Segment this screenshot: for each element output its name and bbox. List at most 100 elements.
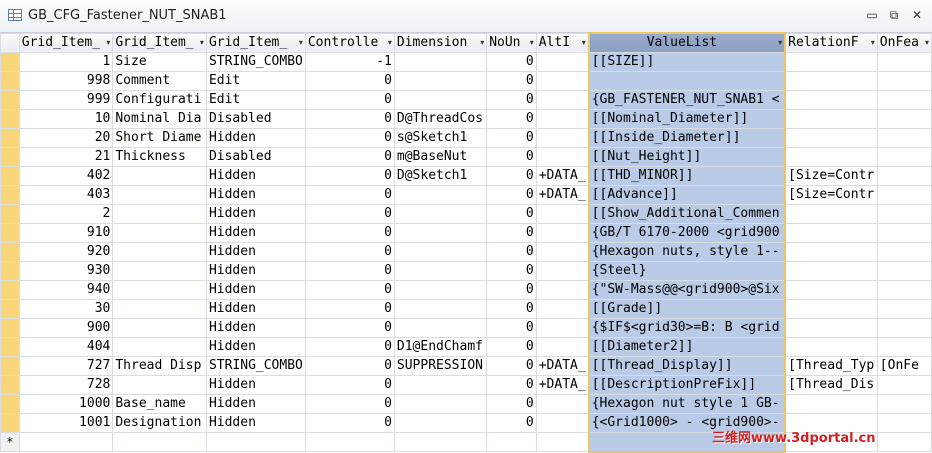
table-cell-controller[interactable]: 0: [304, 356, 395, 376]
new-record-cell[interactable]: [304, 432, 395, 452]
table-cell-noun[interactable]: 0: [486, 299, 537, 319]
table-cell-noun[interactable]: 0: [486, 337, 537, 357]
table-cell-grid-item-1[interactable]: 2: [18, 204, 114, 224]
table-cell-relationf[interactable]: [784, 337, 878, 357]
table-cell-grid-item-1[interactable]: 999: [18, 90, 114, 110]
table-cell-onfea[interactable]: [876, 413, 932, 433]
table-cell-grid-item-3[interactable]: Hidden: [205, 242, 306, 262]
table-cell-valuelist[interactable]: [[THD_MINOR]]: [587, 166, 787, 186]
table-cell-noun[interactable]: 0: [486, 375, 537, 395]
table-cell-grid-item-3[interactable]: Hidden: [205, 318, 306, 338]
minimize-button[interactable]: ▭: [864, 8, 880, 22]
dropdown-arrow-icon[interactable]: ▾: [530, 34, 534, 52]
table-cell-dimension[interactable]: [393, 90, 488, 110]
table-cell-alti[interactable]: [535, 299, 590, 319]
row-selector[interactable]: [0, 318, 20, 338]
table-cell-dimension[interactable]: [393, 375, 488, 395]
row-selector[interactable]: [0, 204, 20, 224]
table-cell-controller[interactable]: 0: [304, 71, 395, 91]
table-cell-dimension[interactable]: [393, 223, 488, 243]
column-header-valuelist[interactable]: ValueList ▾: [587, 32, 787, 53]
table-cell-grid-item-2[interactable]: [112, 280, 207, 300]
table-cell-controller[interactable]: 0: [304, 413, 395, 433]
row-selector[interactable]: [0, 185, 20, 205]
table-cell-controller[interactable]: 0: [304, 394, 395, 414]
table-cell-controller[interactable]: 0: [304, 223, 395, 243]
table-cell-grid-item-2[interactable]: Base_name: [112, 394, 207, 414]
row-selector[interactable]: [0, 242, 20, 262]
table-cell-grid-item-2[interactable]: [112, 166, 207, 186]
table-cell-alti[interactable]: [535, 52, 590, 72]
table-cell-grid-item-2[interactable]: [112, 223, 207, 243]
row-selector[interactable]: [0, 90, 20, 110]
dropdown-arrow-icon[interactable]: ▾: [299, 34, 303, 52]
dropdown-arrow-icon[interactable]: ▾: [871, 34, 875, 52]
table-cell-grid-item-2[interactable]: Configurati: [112, 90, 207, 110]
row-selector[interactable]: [0, 109, 20, 129]
table-cell-noun[interactable]: 0: [486, 166, 537, 186]
table-cell-valuelist[interactable]: [[Show_Additional_Commen: [587, 204, 787, 224]
table-cell-grid-item-2[interactable]: Thread Disp: [112, 356, 207, 376]
table-cell-valuelist[interactable]: [[Advance]]: [587, 185, 787, 205]
table-cell-grid-item-3[interactable]: Edit: [205, 90, 306, 110]
table-cell-noun[interactable]: 0: [486, 242, 537, 262]
table-cell-relationf[interactable]: [784, 318, 878, 338]
column-header-alti[interactable]: AltI ▾: [535, 32, 590, 53]
row-selector[interactable]: [0, 261, 20, 281]
table-cell-alti[interactable]: +DATA_: [535, 356, 590, 376]
table-cell-onfea[interactable]: [876, 375, 932, 395]
table-cell-dimension[interactable]: [393, 71, 488, 91]
table-cell-alti[interactable]: [535, 413, 590, 433]
table-cell-grid-item-1[interactable]: 10: [18, 109, 114, 129]
column-header-grid-item-2[interactable]: Grid_Item_ ▾: [112, 32, 207, 53]
table-cell-grid-item-2[interactable]: Nominal Dia: [112, 109, 207, 129]
table-cell-valuelist[interactable]: {Hexagon nuts, style 1--: [587, 242, 787, 262]
table-cell-controller[interactable]: 0: [304, 109, 395, 129]
dropdown-arrow-icon[interactable]: ▾: [480, 34, 484, 52]
table-cell-grid-item-2[interactable]: [112, 318, 207, 338]
table-cell-controller[interactable]: 0: [304, 337, 395, 357]
table-cell-noun[interactable]: 0: [486, 318, 537, 338]
table-cell-controller[interactable]: 0: [304, 375, 395, 395]
table-cell-alti[interactable]: [535, 71, 590, 91]
select-all-corner[interactable]: [0, 32, 20, 53]
table-cell-valuelist[interactable]: {"SW-Mass@@<grid900>@Six: [587, 280, 787, 300]
table-cell-grid-item-1[interactable]: 21: [18, 147, 114, 167]
table-cell-alti[interactable]: [535, 280, 590, 300]
table-cell-onfea[interactable]: [876, 280, 932, 300]
table-cell-relationf[interactable]: [784, 90, 878, 110]
table-cell-controller[interactable]: 0: [304, 261, 395, 281]
table-cell-grid-item-2[interactable]: [112, 242, 207, 262]
table-cell-onfea[interactable]: [876, 166, 932, 186]
table-cell-onfea[interactable]: [876, 128, 932, 148]
table-cell-onfea[interactable]: [876, 90, 932, 110]
table-cell-grid-item-1[interactable]: 30: [18, 299, 114, 319]
row-selector[interactable]: [0, 223, 20, 243]
table-cell-relationf[interactable]: [784, 242, 878, 262]
table-cell-grid-item-2[interactable]: Thickness: [112, 147, 207, 167]
table-cell-grid-item-1[interactable]: 930: [18, 261, 114, 281]
table-cell-relationf[interactable]: [784, 109, 878, 129]
table-cell-controller[interactable]: 0: [304, 204, 395, 224]
table-cell-grid-item-2[interactable]: Size: [112, 52, 207, 72]
table-cell-valuelist[interactable]: [[Inside_Diameter]]: [587, 128, 787, 148]
table-cell-valuelist[interactable]: [[SIZE]]: [587, 52, 787, 72]
table-cell-grid-item-3[interactable]: Hidden: [205, 166, 306, 186]
row-selector[interactable]: [0, 394, 20, 414]
table-cell-dimension[interactable]: [393, 394, 488, 414]
table-cell-onfea[interactable]: [876, 261, 932, 281]
restore-button[interactable]: ⧉: [886, 8, 902, 22]
table-cell-grid-item-3[interactable]: Hidden: [205, 299, 306, 319]
table-cell-grid-item-3[interactable]: Hidden: [205, 223, 306, 243]
table-cell-grid-item-2[interactable]: [112, 375, 207, 395]
table-cell-grid-item-3[interactable]: STRING_COMBO: [205, 52, 306, 72]
table-cell-grid-item-3[interactable]: Hidden: [205, 337, 306, 357]
table-cell-alti[interactable]: [535, 337, 590, 357]
table-cell-noun[interactable]: 0: [486, 147, 537, 167]
table-cell-valuelist[interactable]: {GB_FASTENER_NUT_SNAB1 <: [587, 90, 787, 110]
table-cell-grid-item-3[interactable]: Hidden: [205, 375, 306, 395]
table-cell-relationf[interactable]: [784, 204, 878, 224]
table-cell-relationf[interactable]: [784, 394, 878, 414]
table-cell-grid-item-1[interactable]: 920: [18, 242, 114, 262]
table-cell-onfea[interactable]: [OnFe: [876, 356, 932, 376]
